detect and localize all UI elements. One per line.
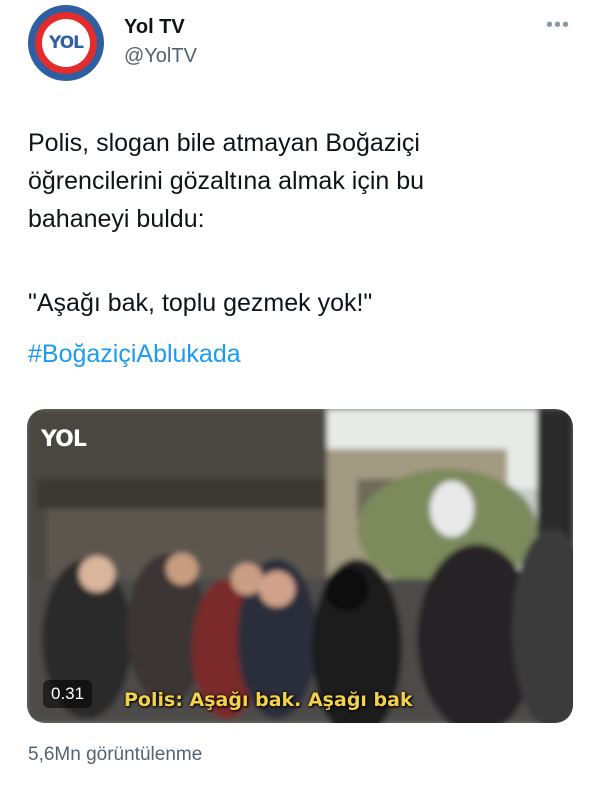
video-subtitle: Polis: Aşağı bak. Aşağı bak (124, 689, 413, 711)
video-duration: 0.31 (43, 680, 93, 708)
video-watermark: YOL (41, 427, 87, 452)
avatar-logo: YOL (42, 19, 90, 67)
tweet-line: öğrencilerini gözaltına almak için bu (28, 167, 425, 195)
account-name[interactable]: Yol TV (124, 16, 185, 39)
video-frame (27, 409, 573, 723)
view-count: 5,6Mn görüntülenme (28, 744, 203, 765)
more-horizontal-icon[interactable]: ••• (546, 14, 570, 37)
hashtag-link[interactable]: #BoğaziçiAblukada (28, 336, 241, 372)
tweet-header: YOL Yol TV @YolTV ••• (0, 0, 600, 100)
tweet-line: Polis, slogan bile atmayan Boğaziçi (28, 129, 420, 157)
account-handle[interactable]: @YolTV (124, 45, 197, 68)
tweet-quote: "Aşağı bak, toplu gezmek yok!" (28, 289, 373, 317)
avatar[interactable]: YOL (28, 5, 104, 81)
tweet-line: bahaneyi buldu: (28, 205, 205, 233)
video-player[interactable]: YOL 0.31 Polis: Aşağı bak. Aşağı bak (27, 409, 573, 723)
tweet-body: Polis, slogan bile atmayan Boğaziçi öğre… (28, 124, 573, 238)
avatar-ring: YOL (35, 12, 97, 74)
